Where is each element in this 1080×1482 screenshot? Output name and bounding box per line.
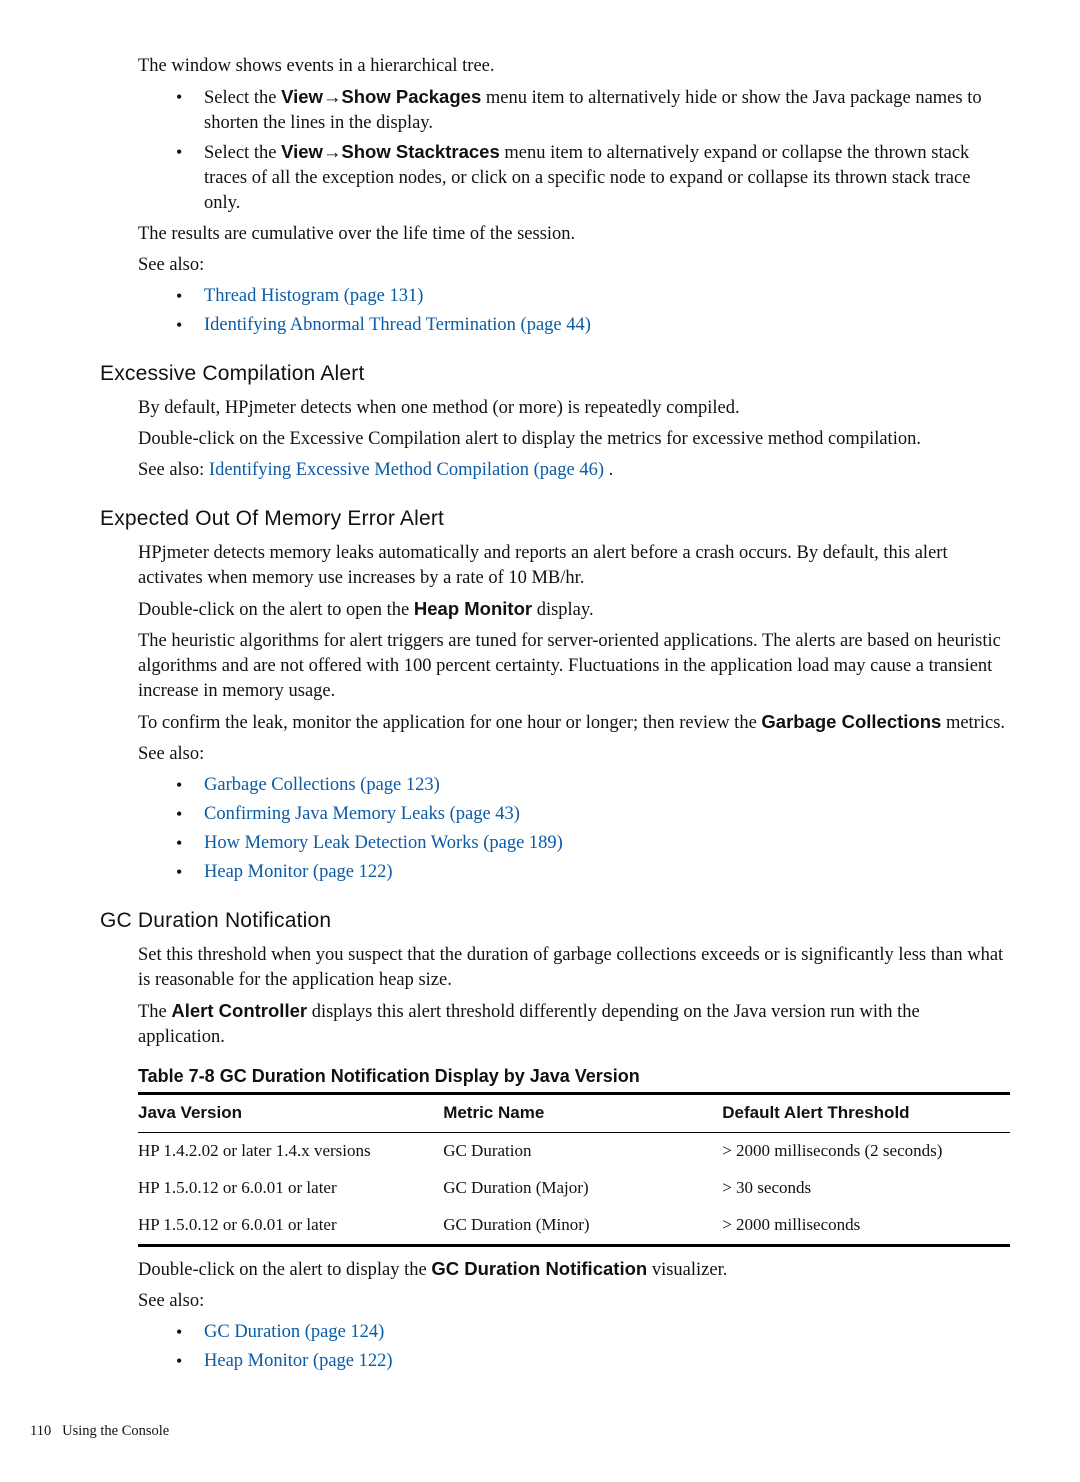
page-footer: 110 Using the Console — [30, 1422, 1010, 1442]
intro-b2-bold: View→Show Stacktraces — [281, 141, 500, 162]
intro-bullet-1: Select the View→Show Packages menu item … — [176, 85, 1010, 136]
cell: GC Duration — [443, 1133, 722, 1170]
cell: GC Duration (Major) — [443, 1170, 722, 1207]
oom-p2: Double-click on the alert to open the He… — [138, 597, 1010, 623]
exc-p3-post: . — [609, 460, 614, 480]
oom-p4-bold: Garbage Collections — [761, 711, 941, 732]
oom-li-2: Confirming Java Memory Leaks (page 43) — [176, 802, 1010, 827]
cell: HP 1.5.0.12 or 6.0.01 or later — [138, 1170, 443, 1207]
oom-p3: The heuristic algorithms for alert trigg… — [138, 629, 1010, 704]
intro-bullets: Select the View→Show Packages menu item … — [176, 85, 1010, 216]
intro-link-1[interactable]: Thread Histogram (page 131) — [204, 286, 423, 306]
oom-li-4: Heap Monitor (page 122) — [176, 860, 1010, 885]
oom-p4-pre: To confirm the leak, monitor the applica… — [138, 713, 761, 733]
cell: > 2000 milliseconds — [722, 1207, 1010, 1245]
intro-p1: The window shows events in a hierarchica… — [138, 54, 1010, 79]
oom-li-3: How Memory Leak Detection Works (page 18… — [176, 831, 1010, 856]
oom-p1: HPjmeter detects memory leaks automatica… — [138, 541, 1010, 591]
table-header-row: Java Version Metric Name Default Alert T… — [138, 1094, 1010, 1133]
exc-p1: By default, HPjmeter detects when one me… — [138, 396, 1010, 421]
intro-b1-bold: View→Show Packages — [281, 86, 481, 107]
gc-p3: Double-click on the alert to display the… — [138, 1257, 1010, 1283]
excessive-compilation-title: Excessive Compilation Alert — [100, 360, 1010, 388]
intro-bullet-2: Select the View→Show Stacktraces menu it… — [176, 140, 1010, 216]
oom-link-4[interactable]: Heap Monitor (page 122) — [204, 862, 393, 882]
gc-p4: See also: — [138, 1289, 1010, 1314]
intro-link-1-li: Thread Histogram (page 131) — [176, 284, 1010, 309]
gc-p2-pre: The — [138, 1002, 171, 1022]
oom-link-1[interactable]: Garbage Collections (page 123) — [204, 775, 440, 795]
table-row: HP 1.4.2.02 or later 1.4.x versions GC D… — [138, 1133, 1010, 1170]
table-row: HP 1.5.0.12 or 6.0.01 or later GC Durati… — [138, 1170, 1010, 1207]
gc-li-2: Heap Monitor (page 122) — [176, 1349, 1010, 1374]
gc-table-title: Table 7-8 GC Duration Notification Displ… — [138, 1064, 1010, 1088]
oom-p4: To confirm the leak, monitor the applica… — [138, 710, 1010, 736]
oom-link-3[interactable]: How Memory Leak Detection Works (page 18… — [204, 833, 563, 853]
footer-section: Using the Console — [62, 1423, 169, 1439]
intro-b1-pre: Select the — [204, 88, 281, 108]
oom-link-2[interactable]: Confirming Java Memory Leaks (page 43) — [204, 804, 520, 824]
exc-p3-link[interactable]: Identifying Excessive Method Compilation… — [209, 460, 609, 480]
cell: > 2000 milliseconds (2 seconds) — [722, 1133, 1010, 1170]
oom-links: Garbage Collections (page 123) Confirmin… — [176, 773, 1010, 885]
cell: GC Duration (Minor) — [443, 1207, 722, 1245]
oom-p2-pre: Double-click on the alert to open the — [138, 600, 414, 620]
oom-p5: See also: — [138, 742, 1010, 767]
gc-p3-post: visualizer. — [647, 1260, 727, 1280]
th-default-threshold: Default Alert Threshold — [722, 1094, 1010, 1133]
exc-p3-pre: See also: — [138, 460, 209, 480]
intro-links: Thread Histogram (page 131) Identifying … — [176, 284, 1010, 338]
gc-link-1[interactable]: GC Duration (page 124) — [204, 1322, 384, 1342]
intro-link-2[interactable]: Identifying Abnormal Thread Termination … — [204, 315, 591, 335]
gc-link-2[interactable]: Heap Monitor (page 122) — [204, 1351, 393, 1371]
intro-p3: See also: — [138, 253, 1010, 278]
exc-p3: See also: Identifying Excessive Method C… — [138, 458, 1010, 483]
intro-b2-pre: Select the — [204, 143, 281, 163]
gc-p3-pre: Double-click on the alert to display the — [138, 1260, 431, 1280]
oom-p2-bold: Heap Monitor — [414, 598, 532, 619]
cell: > 30 seconds — [722, 1170, 1010, 1207]
gc-p1: Set this threshold when you suspect that… — [138, 943, 1010, 993]
intro-p2: The results are cumulative over the life… — [138, 222, 1010, 247]
gc-title: GC Duration Notification — [100, 907, 1010, 935]
cell: HP 1.5.0.12 or 6.0.01 or later — [138, 1207, 443, 1245]
cell: HP 1.4.2.02 or later 1.4.x versions — [138, 1133, 443, 1170]
gc-p3-bold: GC Duration Notification — [431, 1258, 647, 1279]
gc-li-1: GC Duration (page 124) — [176, 1320, 1010, 1345]
gc-table: Java Version Metric Name Default Alert T… — [138, 1092, 1010, 1247]
gc-p2: The Alert Controller displays this alert… — [138, 999, 1010, 1050]
th-metric-name: Metric Name — [443, 1094, 722, 1133]
oom-p2-post: display. — [532, 600, 594, 620]
gc-p2-bold: Alert Controller — [171, 1000, 307, 1021]
intro-link-2-li: Identifying Abnormal Thread Termination … — [176, 313, 1010, 338]
exc-p2: Double-click on the Excessive Compilatio… — [138, 427, 1010, 452]
gc-links: GC Duration (page 124) Heap Monitor (pag… — [176, 1320, 1010, 1374]
oom-title: Expected Out Of Memory Error Alert — [100, 505, 1010, 533]
table-row: HP 1.5.0.12 or 6.0.01 or later GC Durati… — [138, 1207, 1010, 1245]
footer-page-number: 110 — [30, 1423, 51, 1439]
th-java-version: Java Version — [138, 1094, 443, 1133]
oom-li-1: Garbage Collections (page 123) — [176, 773, 1010, 798]
oom-p4-post: metrics. — [941, 713, 1005, 733]
